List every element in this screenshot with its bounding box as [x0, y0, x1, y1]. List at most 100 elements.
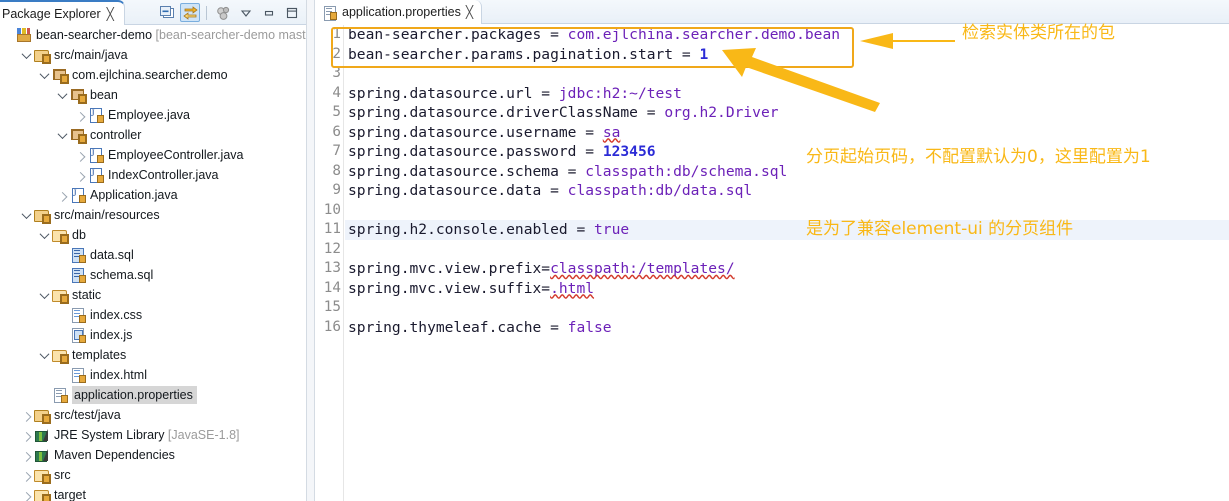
tree-item-employeecontroller-java[interactable]: EmployeeController.java	[0, 145, 306, 165]
collapse-all-icon[interactable]	[157, 3, 177, 22]
sql-file-icon	[70, 267, 86, 283]
minimize-icon[interactable]	[259, 3, 279, 22]
tree-item-data-sql[interactable]: data.sql	[0, 245, 306, 265]
library-icon	[34, 427, 50, 443]
tree-item-static[interactable]: static	[0, 285, 306, 305]
property-key: bean-searcher.packages =	[348, 26, 568, 43]
tree-item-jre-system-library[interactable]: JRE System Library [JavaSE-1.8]	[0, 425, 306, 445]
line-number: 9	[332, 182, 341, 198]
tree-item-src-main-java[interactable]: src/main/java	[0, 45, 306, 65]
tree-item-bean-searcher-demo[interactable]: bean-searcher-demo [bean-searcher-demo m…	[0, 25, 306, 45]
tree-item-db[interactable]: db	[0, 225, 306, 245]
tree-item-label-wrap: src	[54, 467, 71, 483]
chevron-right-icon[interactable]	[20, 449, 33, 462]
folder-icon	[52, 287, 69, 304]
close-icon[interactable]: ╳	[466, 6, 473, 18]
properties-file-icon	[52, 387, 68, 403]
tree-item-label: schema.sql	[90, 268, 154, 282]
chevron-right-icon[interactable]	[74, 149, 87, 162]
tree-item-target[interactable]: target	[0, 485, 306, 501]
property-key: bean-searcher.params.pagination.start =	[348, 45, 700, 63]
line-number: 5	[332, 104, 341, 120]
source-folder-icon	[34, 407, 51, 424]
tree-item-com-ejlchina-searcher-demo[interactable]: com.ejlchina.searcher.demo	[0, 65, 306, 85]
tree-item-index-js[interactable]: index.js	[0, 325, 306, 345]
chevron-down-icon[interactable]	[38, 68, 51, 82]
code-line[interactable]: spring.thymeleaf.cache = false	[345, 318, 1229, 338]
chevron-down-icon[interactable]	[38, 228, 51, 242]
chevron-right-icon[interactable]	[20, 469, 33, 482]
tree-item-label-wrap: index.css	[90, 307, 142, 323]
tree-item-label: Application.java	[90, 188, 178, 202]
line-number: 4	[332, 84, 341, 101]
project-tree[interactable]: bean-searcher-demo [bean-searcher-demo m…	[0, 25, 306, 501]
chevron-down-icon[interactable]	[20, 208, 33, 222]
tree-item-label-wrap: application.properties	[72, 386, 197, 404]
chevron-right-icon[interactable]	[56, 189, 69, 202]
tree-item-label: templates	[72, 348, 127, 362]
tree-item-label-wrap: index.js	[90, 327, 132, 343]
link-with-editor-icon[interactable]	[180, 3, 200, 22]
tree-item-label: src/main/resources	[54, 208, 160, 222]
focus-on-active-task-icon[interactable]	[213, 3, 233, 22]
property-value: classpath:db/data.sql	[567, 182, 753, 199]
tree-item-index-css[interactable]: index.css	[0, 305, 306, 325]
chevron-right-icon[interactable]	[20, 489, 33, 501]
chevron-right-icon[interactable]	[20, 429, 33, 442]
tree-item-src[interactable]: src	[0, 465, 306, 485]
tree-item-label: application.properties	[74, 388, 193, 402]
close-icon[interactable]: ╳	[107, 8, 114, 20]
tree-item-src-test-java[interactable]: src/test/java	[0, 405, 306, 425]
code-line[interactable]: bean-searcher.params.pagination.start = …	[345, 45, 1229, 65]
tree-item-application-properties[interactable]: application.properties	[0, 385, 306, 405]
chevron-down-icon[interactable]	[38, 348, 51, 362]
package-explorer-view: Package Explorer ╳ bean-searcher-demo [b…	[0, 0, 306, 501]
tree-item-indexcontroller-java[interactable]: IndexController.java	[0, 165, 306, 185]
eclipse-ide-window: Package Explorer ╳ bean-searcher-demo [b…	[0, 0, 1229, 501]
chevron-right-icon[interactable]	[74, 169, 87, 182]
package-icon	[70, 87, 87, 104]
property-key: spring.datasource.username =	[348, 123, 603, 141]
code-line[interactable]	[345, 298, 1229, 318]
code-line[interactable]	[345, 64, 1229, 84]
tree-item-label: com.ejlchina.searcher.demo	[72, 68, 228, 82]
property-value: 1	[699, 45, 709, 63]
tree-item-bean[interactable]: bean	[0, 85, 306, 105]
chevron-down-icon[interactable]	[38, 288, 51, 302]
project-icon	[16, 27, 32, 43]
tree-item-label: target	[54, 488, 86, 501]
java-file-icon	[88, 167, 104, 183]
chevron-down-icon[interactable]	[56, 88, 69, 102]
tree-item-label: IndexController.java	[108, 168, 219, 182]
explorer-scroll-gutter[interactable]	[306, 0, 315, 501]
tree-item-controller[interactable]: controller	[0, 125, 306, 145]
tree-item-application-java[interactable]: Application.java	[0, 185, 306, 205]
tree-item-maven-dependencies[interactable]: Maven Dependencies	[0, 445, 306, 465]
tree-item-schema-sql[interactable]: schema.sql	[0, 265, 306, 285]
tree-item-templates[interactable]: templates	[0, 345, 306, 365]
tree-item-label-wrap: src/test/java	[54, 407, 121, 423]
tree-item-label: index.css	[90, 308, 143, 322]
tree-item-src-main-resources[interactable]: src/main/resources	[0, 205, 306, 225]
chevron-right-icon[interactable]	[74, 109, 87, 122]
line-number: 6	[332, 123, 341, 140]
tree-item-label-wrap: data.sql	[90, 247, 134, 263]
property-key: spring.datasource.url =	[348, 84, 559, 102]
line-number: 7	[332, 143, 341, 159]
chevron-right-icon[interactable]	[20, 409, 33, 422]
tree-item-index-html[interactable]: index.html	[0, 365, 306, 385]
tab-package-explorer[interactable]: Package Explorer ╳	[0, 0, 125, 25]
tree-item-employee-java[interactable]: Employee.java	[0, 105, 306, 125]
view-menu-icon[interactable]	[236, 3, 256, 22]
js-file-icon	[70, 327, 86, 343]
tree-item-label: src/test/java	[54, 408, 121, 422]
tree-item-label: data.sql	[90, 248, 134, 262]
tab-application-properties[interactable]: application.properties ╳	[316, 0, 483, 24]
tree-item-label-wrap: target	[54, 487, 86, 501]
maximize-icon[interactable]	[282, 3, 302, 22]
chevron-down-icon[interactable]	[20, 48, 33, 62]
chevron-down-icon[interactable]	[56, 128, 69, 142]
